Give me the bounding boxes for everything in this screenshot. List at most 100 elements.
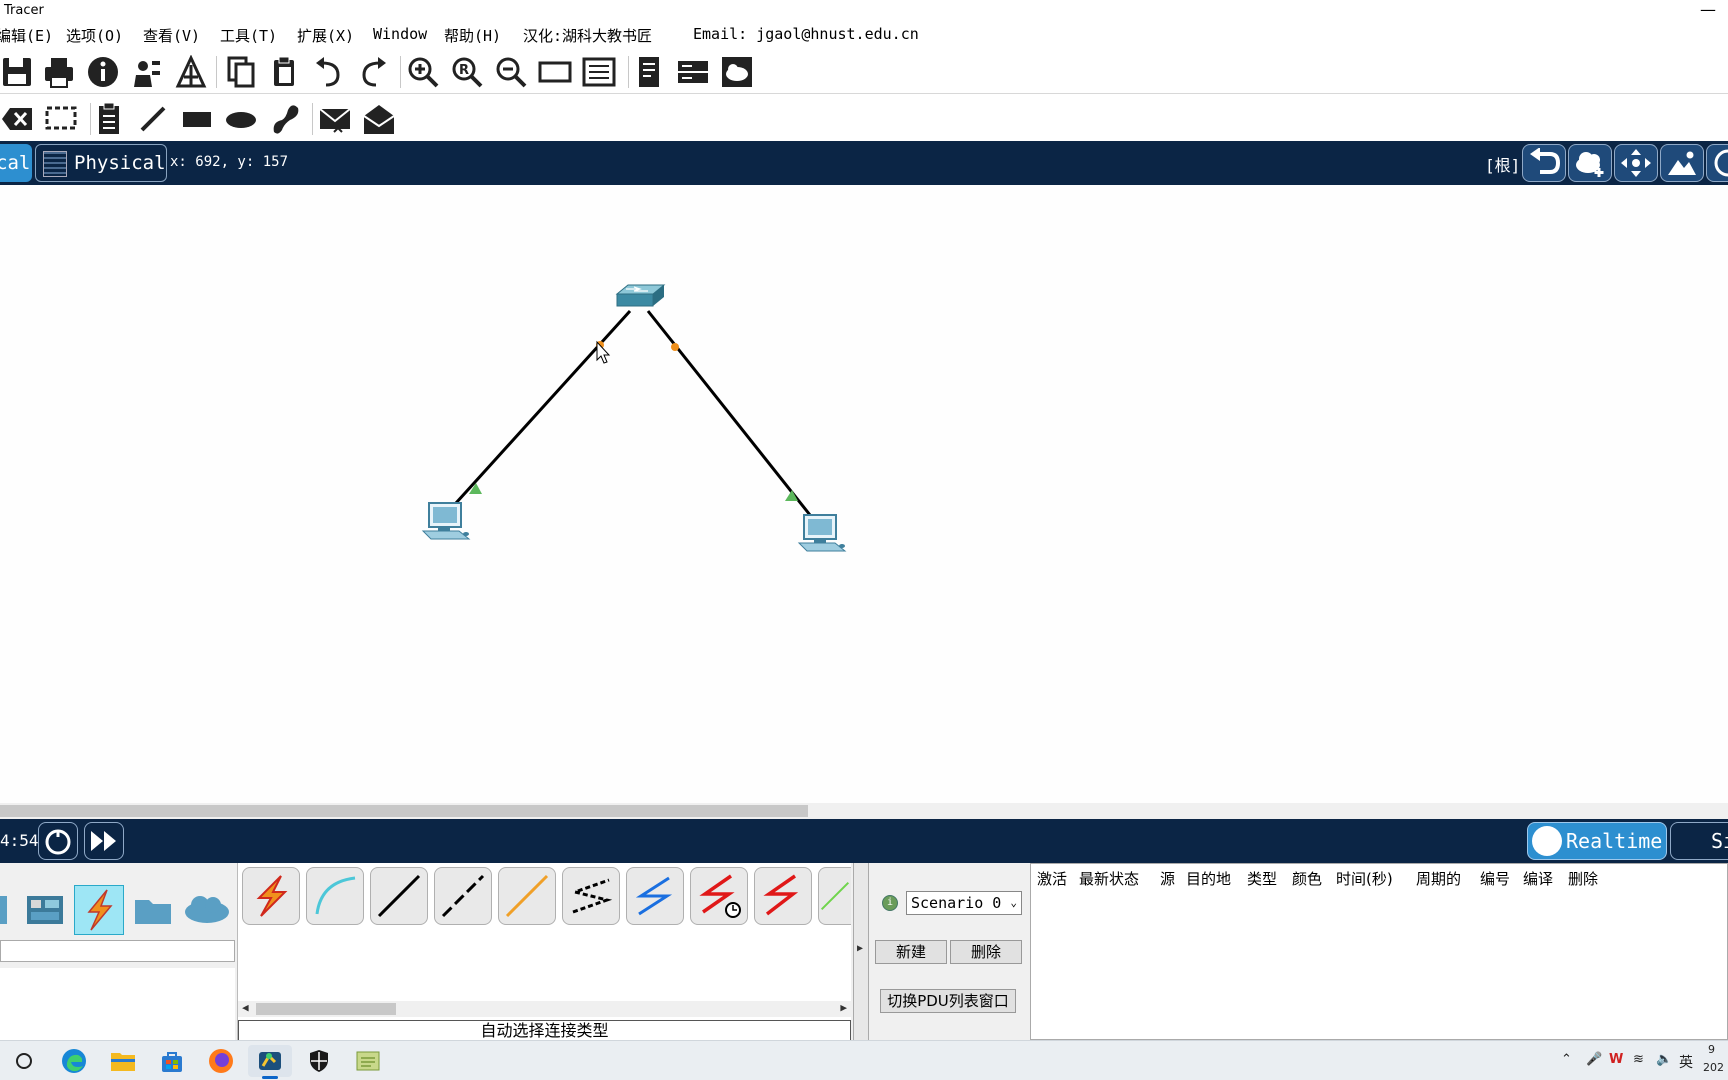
clock-time[interactable]: 9 xyxy=(1708,1043,1715,1056)
menu-view[interactable]: 查看(V) xyxy=(143,25,200,46)
scroll-right-icon[interactable]: ▶ xyxy=(840,1001,847,1014)
network-status-icon[interactable]: ≋ xyxy=(1633,1052,1644,1067)
auto-icon[interactable] xyxy=(242,867,300,925)
logical-workspace[interactable] xyxy=(0,185,1728,803)
console-icon[interactable] xyxy=(306,867,364,925)
info-icon[interactable]: i xyxy=(882,895,898,911)
coaxial-icon[interactable] xyxy=(626,867,684,925)
zoom-in-icon[interactable] xyxy=(404,54,442,90)
edge-browser-icon[interactable] xyxy=(52,1045,96,1077)
tab-physical[interactable]: Physical xyxy=(35,144,167,182)
cloud-icon[interactable] xyxy=(718,54,756,90)
realtime-tab[interactable]: Realtime xyxy=(1527,822,1667,860)
delete-scenario-button[interactable]: 删除 xyxy=(950,940,1022,964)
col-fire[interactable]: 激活 xyxy=(1037,868,1067,889)
notes-app-icon[interactable] xyxy=(346,1045,390,1077)
workspace-horizontal-scrollbar[interactable] xyxy=(0,803,1728,819)
file-explorer-icon[interactable] xyxy=(101,1045,145,1077)
note-icon[interactable] xyxy=(90,101,128,137)
device-search-input[interactable] xyxy=(0,940,235,962)
paste-icon[interactable] xyxy=(266,54,304,90)
tray-chevron-up-icon[interactable]: ⌃ xyxy=(1561,1052,1572,1067)
new-scenario-button[interactable]: 新建 xyxy=(875,940,947,964)
serial-dte-icon[interactable] xyxy=(754,867,812,925)
rectangle-icon[interactable] xyxy=(178,101,216,137)
move-object-button[interactable] xyxy=(1614,144,1658,182)
connection-scrollbar[interactable]: ◀ ▶ xyxy=(238,1001,851,1017)
firefox-icon[interactable] xyxy=(199,1045,243,1077)
connection-icon[interactable] xyxy=(74,885,124,935)
menu-edit[interactable]: 编辑(E) xyxy=(0,25,53,46)
misc-icon[interactable] xyxy=(128,885,178,935)
scroll-left-icon[interactable]: ◀ xyxy=(242,1001,249,1014)
device-icon[interactable] xyxy=(674,54,712,90)
end-device-icon[interactable] xyxy=(0,885,20,935)
col-source[interactable]: 源 xyxy=(1160,868,1175,889)
phone-icon[interactable] xyxy=(562,867,620,925)
serial-dce-icon[interactable] xyxy=(690,867,748,925)
zoom-reset-icon[interactable]: R xyxy=(448,54,486,90)
tab-logical[interactable]: cal xyxy=(0,144,32,182)
col-color[interactable]: 颜色 xyxy=(1292,868,1322,889)
copper-cross-icon[interactable] xyxy=(434,867,492,925)
pc-icon[interactable] xyxy=(797,514,847,552)
copy-icon[interactable] xyxy=(222,54,260,90)
power-cycle-button[interactable] xyxy=(38,822,78,860)
new-cluster-button[interactable] xyxy=(1568,144,1612,182)
switch-icon[interactable] xyxy=(615,284,666,307)
col-time[interactable]: 时间(秒) xyxy=(1336,868,1393,889)
viewport-button[interactable] xyxy=(1706,144,1728,182)
menu-extensions[interactable]: 扩展(X) xyxy=(297,25,354,46)
octal-icon[interactable] xyxy=(818,867,851,925)
delete-icon[interactable] xyxy=(0,101,36,137)
col-num[interactable]: 编号 xyxy=(1480,868,1510,889)
set-background-button[interactable] xyxy=(1660,144,1704,182)
line-icon[interactable] xyxy=(134,101,172,137)
select-icon[interactable] xyxy=(42,101,80,137)
menu-window[interactable]: Window xyxy=(373,25,427,43)
pc-icon[interactable] xyxy=(421,502,471,540)
expand-arrow-icon[interactable]: ▶ xyxy=(857,943,863,954)
info-icon[interactable] xyxy=(84,54,122,90)
redo-icon[interactable] xyxy=(354,54,392,90)
print-icon[interactable] xyxy=(40,54,78,90)
list-icon[interactable] xyxy=(580,54,618,90)
zoom-out-icon[interactable] xyxy=(492,54,530,90)
fiber-icon[interactable] xyxy=(498,867,556,925)
save-icon[interactable] xyxy=(0,54,36,90)
clock-date[interactable]: 202 xyxy=(1703,1061,1724,1074)
minimize-button[interactable]: — xyxy=(1700,0,1716,19)
col-periodic[interactable]: 周期的 xyxy=(1416,868,1461,889)
wps-icon[interactable]: W xyxy=(1609,1052,1623,1067)
menu-help[interactable]: 帮助(H) xyxy=(444,25,501,46)
multiuser-icon[interactable] xyxy=(182,885,232,935)
col-destination[interactable]: 目的地 xyxy=(1186,868,1231,889)
network-icon[interactable] xyxy=(172,54,210,90)
store-icon[interactable] xyxy=(150,1045,194,1077)
fast-forward-button[interactable] xyxy=(84,822,124,860)
scrollbar-thumb[interactable] xyxy=(0,805,808,817)
component-icon[interactable] xyxy=(20,885,70,935)
back-button[interactable] xyxy=(1522,144,1566,182)
col-edit[interactable]: 编译 xyxy=(1523,868,1553,889)
undo-icon[interactable] xyxy=(310,54,348,90)
search-icon[interactable] xyxy=(2,1045,46,1077)
copper-straight-icon[interactable] xyxy=(370,867,428,925)
ellipse-icon[interactable] xyxy=(222,101,260,137)
panel-splitter[interactable]: ▶ xyxy=(853,863,869,1058)
menu-tools[interactable]: 工具(T) xyxy=(220,25,277,46)
simple-pdu-icon[interactable] xyxy=(316,101,354,137)
window-icon[interactable] xyxy=(536,54,574,90)
menu-options[interactable]: 选项(O) xyxy=(66,25,123,46)
scenario-select[interactable]: Scenario 0 ⌄ xyxy=(906,891,1022,915)
freeform-icon[interactable] xyxy=(266,101,304,137)
col-last-status[interactable]: 最新状态 xyxy=(1079,868,1139,889)
input-language[interactable]: 英 xyxy=(1679,1052,1693,1072)
wizard-icon[interactable] xyxy=(128,54,166,90)
connection-scrollbar-thumb[interactable] xyxy=(256,1003,396,1015)
toggle-pdu-list-button[interactable]: 切换PDU列表窗口 xyxy=(880,989,1016,1013)
complex-pdu-icon[interactable] xyxy=(360,101,398,137)
microphone-icon[interactable]: 🎤 xyxy=(1586,1052,1602,1067)
simulation-tab[interactable]: Si xyxy=(1670,822,1728,860)
volume-icon[interactable]: 🔈 xyxy=(1656,1052,1672,1067)
